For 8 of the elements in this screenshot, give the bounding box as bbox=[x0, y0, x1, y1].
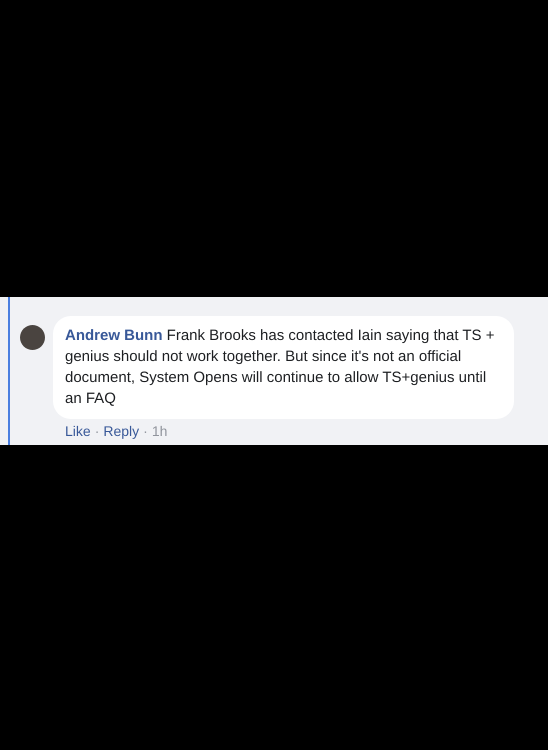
author-link[interactable]: Andrew Bunn bbox=[65, 327, 162, 344]
action-link[interactable]: Reply bbox=[103, 423, 140, 439]
separator-dot: · bbox=[94, 423, 100, 439]
comment-bubble: Andrew Bunn Frank Brooks has contacted Iain saying that TS + genius should not work together. But since it's not an official document, System Opens will continue to allow TS+genius until an FAQ bbox=[53, 316, 514, 419]
separator-dot: · bbox=[143, 423, 148, 439]
avatar bbox=[20, 325, 45, 350]
action-link[interactable]: Like bbox=[65, 423, 91, 439]
timestamp: 1h bbox=[152, 423, 168, 439]
